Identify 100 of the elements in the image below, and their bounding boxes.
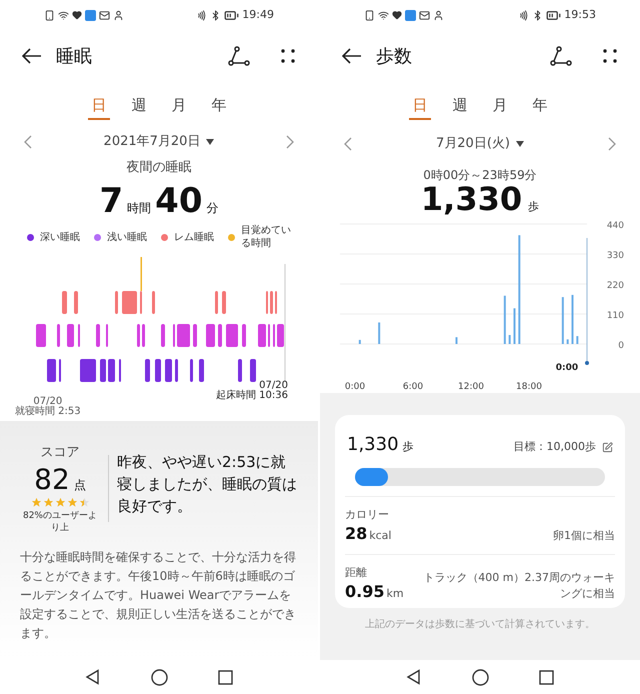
score-label: スコア — [40, 444, 80, 462]
more-icon[interactable] — [280, 48, 296, 64]
period-tab[interactable]: 月 — [168, 92, 190, 120]
step-unit: 歩 — [528, 199, 540, 215]
goal-label: 目標：10,000歩 — [514, 439, 596, 455]
step-bar — [566, 339, 569, 344]
status-time: 19:49 — [242, 6, 274, 23]
time-cursor[interactable] — [585, 238, 589, 365]
y-tick-label: 440 — [606, 221, 624, 231]
sleep-type-label: 夜間の睡眠 — [126, 160, 192, 175]
wake-time: 起床時間 10:36 — [216, 391, 288, 401]
hours-unit: 時間 — [127, 200, 152, 217]
y-tick-label: 330 — [606, 251, 624, 261]
mail-icon — [419, 10, 430, 20]
legend-label: 浅い睡眠 — [107, 230, 147, 244]
score-value: 82 — [34, 462, 70, 496]
minutes-value: 40 — [155, 180, 202, 223]
score-unit: 点 — [74, 476, 86, 494]
legend-label: 深い睡眠 — [40, 230, 80, 244]
wifi-icon — [378, 10, 389, 20]
step-bar — [358, 340, 361, 344]
x-tick-label: 6:00 — [402, 382, 424, 392]
back-icon[interactable] — [342, 48, 362, 64]
share-icon[interactable] — [550, 46, 572, 66]
recents-nav-icon[interactable] — [539, 670, 554, 684]
back-nav-icon[interactable] — [85, 669, 101, 685]
card-step-unit: 歩 — [402, 439, 414, 455]
sleep-summary: 昨夜、やや遅い2:53に就寝しましたが、睡眠の質は良好です。 — [117, 452, 298, 517]
wake-date: 07/20 — [258, 381, 288, 391]
more-icon[interactable] — [602, 48, 618, 64]
previous-icon[interactable] — [24, 135, 32, 149]
minutes-unit: 分 — [206, 200, 218, 217]
bluetooth-icon — [210, 10, 222, 20]
period-tab[interactable]: 日 — [409, 92, 431, 120]
period-tab[interactable]: 週 — [449, 92, 471, 120]
screen-title: 睡眠 — [56, 44, 92, 68]
step-bar — [562, 297, 564, 344]
previous-icon[interactable] — [344, 137, 352, 151]
back-icon[interactable] — [22, 48, 42, 64]
dropdown-caret-icon — [516, 141, 524, 147]
time-range: 0時00分～23時59分 — [423, 168, 537, 182]
date-selector[interactable]: 7月20日(火) — [436, 134, 524, 154]
metric-value: 28 — [345, 524, 368, 544]
phone-icon — [44, 10, 55, 20]
step-bar — [508, 335, 511, 344]
step-bar — [378, 322, 380, 344]
heart-icon — [392, 10, 402, 20]
star-icon — [42, 496, 54, 508]
app-icon — [405, 10, 416, 20]
bluetooth-icon — [532, 10, 544, 20]
y-tick-label: 220 — [606, 281, 624, 291]
sleep-advice: 十分な睡眠時間を確保することで、十分な活力を得ることができます。午後10時～午前6時は睡眠のゴールデンタイムです。Huawei Wearでアラームを設定することで、規則正しい生活を送ることができます。 — [20, 548, 297, 642]
edit-icon[interactable] — [602, 442, 613, 453]
mail-icon — [99, 10, 110, 20]
cursor-time-label: 0:00 — [556, 363, 578, 373]
next-icon[interactable] — [286, 135, 294, 149]
x-tick-label: 18:00 — [516, 382, 542, 392]
period-tab[interactable]: 週 — [128, 92, 150, 120]
metric-unit: km — [386, 586, 404, 602]
user-icon — [433, 10, 444, 20]
status-time: 19:53 — [564, 6, 596, 23]
period-tab[interactable]: 月 — [489, 92, 511, 120]
percentile-text: 82%のユーザーより上 — [22, 510, 98, 534]
x-tick-label: 0:00 — [344, 382, 366, 392]
metric-unit: kcal — [369, 528, 392, 544]
recents-nav-icon[interactable] — [218, 670, 233, 684]
metric-value: 0.95 — [345, 582, 384, 602]
home-nav-icon[interactable] — [151, 668, 168, 686]
home-nav-icon[interactable] — [472, 668, 489, 686]
date-selector[interactable]: 2021年7月20日 — [104, 132, 214, 152]
bedtime-date: 07/20 — [33, 397, 62, 407]
period-tab[interactable]: 年 — [208, 92, 230, 120]
metric-note: 卵1個に相当 — [553, 528, 615, 544]
step-total: 1,330 — [420, 180, 522, 218]
nfc-icon — [196, 10, 208, 20]
share-icon[interactable] — [228, 46, 250, 66]
y-tick-label: 0 — [618, 341, 624, 351]
bedtime-time: 就寝時間 2:53 — [15, 407, 81, 417]
wifi-icon — [58, 10, 69, 20]
hours-value: 7 — [100, 180, 124, 223]
step-bar — [504, 296, 506, 344]
legend-label: レム睡眠 — [174, 230, 214, 244]
next-icon[interactable] — [608, 137, 616, 151]
y-tick-label: 110 — [606, 311, 624, 321]
screen-title: 歩数 — [376, 44, 412, 68]
x-tick-label: 12:00 — [458, 382, 484, 392]
metric-label: 距離 — [345, 565, 368, 581]
period-tab[interactable]: 年 — [529, 92, 551, 120]
back-nav-icon[interactable] — [406, 669, 422, 685]
user-icon — [113, 10, 124, 20]
metric-label: カロリー — [345, 507, 390, 523]
card-step-count: 1,330 — [347, 433, 399, 457]
period-tab[interactable]: 日 — [88, 92, 110, 120]
star-icon — [66, 496, 78, 508]
nfc-icon — [518, 10, 530, 20]
data-footnote: 上記のデータは歩数に基づいて計算されています。 — [364, 618, 596, 632]
heart-icon — [72, 10, 82, 20]
metric-note: トラック（400 m）2.37周のウォーキングに相当 — [422, 570, 615, 602]
star-icon — [30, 496, 42, 508]
step-bar — [576, 336, 578, 344]
